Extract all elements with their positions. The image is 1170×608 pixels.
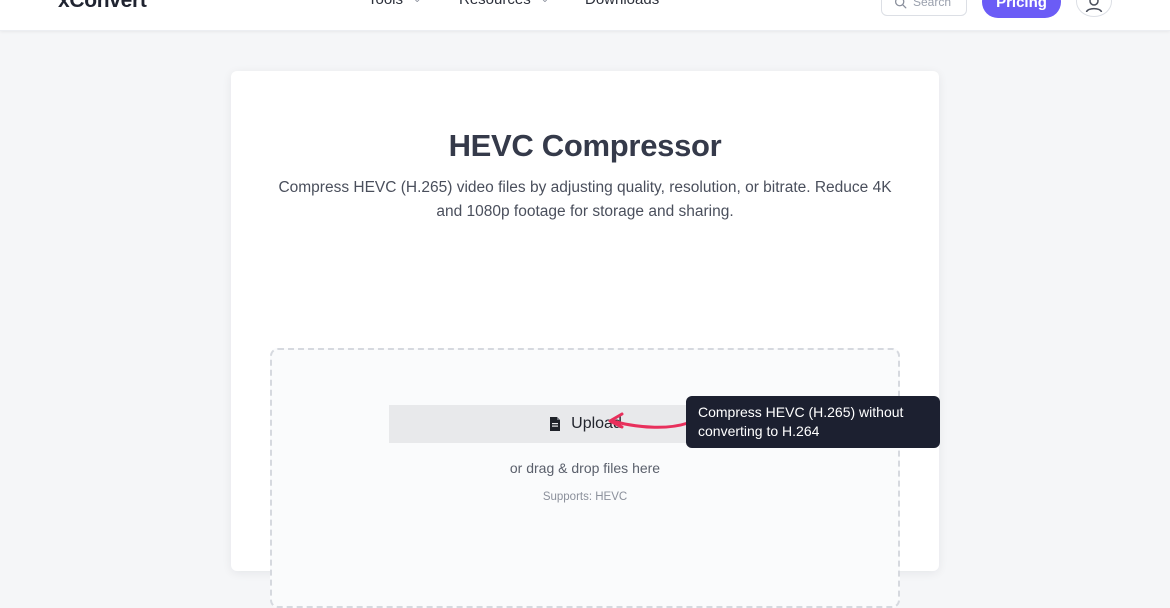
search-button[interactable]: Search — [881, 0, 967, 16]
nav-item-tools-label: Tools — [368, 0, 403, 8]
annotation-arrow — [608, 412, 690, 429]
supported-formats: Supports: HEVC — [542, 491, 628, 503]
chevron-down-icon: ⌄ — [413, 0, 421, 5]
drag-drop-hint: or drag & drop files here — [509, 460, 661, 476]
file-dropzone[interactable]: Upload or drag & drop files here Support… — [270, 348, 900, 608]
search-icon — [894, 0, 907, 8]
user-icon — [1085, 0, 1103, 12]
nav-item-downloads-label: Downloads — [585, 0, 659, 8]
page-description: Compress HEVC (H.265) video files by adj… — [278, 179, 892, 220]
nav-item-downloads[interactable]: Downloads — [585, 0, 659, 8]
chevron-down-icon: ⌄ — [541, 0, 549, 5]
compressor-card: HEVC Compressor Compress HEVC (H.265) vi… — [231, 71, 939, 608]
pricing-button[interactable]: Pricing — [982, 0, 1061, 18]
top-navigation-bar: xConvert Tools ⌄ Resources ⌄ Downloads S… — [0, 0, 1170, 31]
nav-item-resources[interactable]: Resources ⌄ — [459, 0, 549, 8]
page-title: HEVC Compressor — [448, 128, 722, 163]
nav-item-resources-label: Resources — [459, 0, 531, 8]
logo[interactable]: xConvert — [58, 0, 147, 13]
search-label: Search — [913, 0, 952, 9]
file-icon — [550, 417, 561, 431]
user-account-button[interactable] — [1076, 0, 1112, 17]
nav-item-tools[interactable]: Tools ⌄ — [368, 0, 421, 8]
tooltip: Compress HEVC (H.265) without converting… — [686, 396, 940, 448]
